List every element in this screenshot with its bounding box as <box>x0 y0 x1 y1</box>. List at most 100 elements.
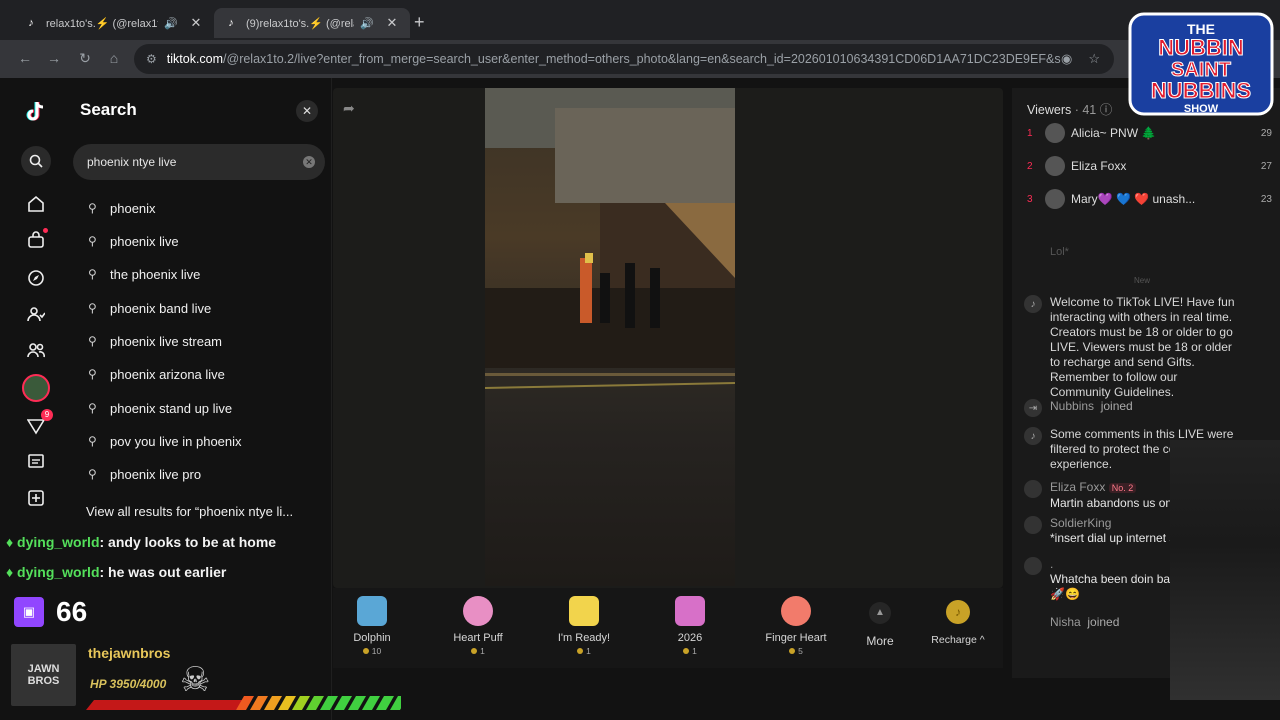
more-gifts-button[interactable]: ▲ More <box>855 602 905 648</box>
finger-heart-icon <box>781 596 811 626</box>
new-tab-button[interactable]: + <box>414 12 425 33</box>
new-divider: New <box>1133 276 1150 285</box>
tab-title: relax1to's.⚡ (@relax1to.2) <box>46 17 158 30</box>
browser-tab-1[interactable]: ♪ relax1to's.⚡ (@relax1to.2) 🔊 ✕ <box>14 8 214 38</box>
messages-icon[interactable] <box>22 448 50 476</box>
gift-bar: Dolphin 10 Heart Puff 1 I'm Ready! 1 202… <box>333 588 1003 668</box>
avatar <box>1024 516 1042 534</box>
svg-text:NUBBINS: NUBBINS <box>1151 78 1251 103</box>
join-icon: ⇥ <box>1024 399 1042 417</box>
search-title: Search <box>80 100 137 119</box>
subscriber-avatar: JAWN BROS <box>11 644 76 706</box>
live-video[interactable] <box>485 88 735 586</box>
search-icon: ⚲ <box>88 467 97 481</box>
hp-bar <box>86 696 401 710</box>
home-button-icon[interactable]: ⌂ <box>105 50 123 66</box>
tab-title: (9)relax1to's.⚡ (@relax1to <box>246 17 354 30</box>
shop-icon[interactable] <box>22 226 50 254</box>
suggestion-item[interactable]: ⚲ the phoenix live <box>88 264 200 284</box>
address-bar[interactable]: ⚙ tiktok.com/@relax1to.2/live?enter_from… <box>134 44 1114 74</box>
friends-icon[interactable] <box>22 336 50 364</box>
view-all-results-link[interactable]: View all results for “phoenix ntye li... <box>86 504 293 519</box>
suggestion-item[interactable]: ⚲ phoenix arizona live <box>88 364 225 384</box>
recharge-button[interactable]: ♪ Recharge ^ <box>923 600 993 646</box>
viewers-header[interactable]: Viewers · 41 ⓘ <box>1027 99 1112 118</box>
coin-icon: ♪ <box>946 600 970 624</box>
search-icon: ⚲ <box>88 301 97 315</box>
avatar <box>1045 123 1065 143</box>
search-icon: ⚲ <box>88 401 97 415</box>
faded-comment: Lol* <box>1050 246 1069 258</box>
site-info-icon[interactable]: ⚙ <box>146 52 157 66</box>
browser-tab-2[interactable]: ♪ (9)relax1to's.⚡ (@relax1to 🔊 ✕ <box>214 8 410 38</box>
forward-icon[interactable]: → <box>45 50 63 66</box>
gift-heart-puff[interactable]: Heart Puff 1 <box>433 588 523 656</box>
search-input[interactable] <box>87 155 303 169</box>
gift-finger-heart[interactable]: Finger Heart 5 <box>751 588 841 656</box>
2026-icon <box>675 596 705 626</box>
avatar <box>1024 557 1042 575</box>
twitch-logo-icon: ▣ <box>14 597 44 627</box>
tiktok-logo-icon[interactable] <box>22 98 50 126</box>
back-icon[interactable]: ← <box>16 50 34 66</box>
close-tab-icon[interactable]: ✕ <box>384 15 400 31</box>
home-icon[interactable] <box>22 190 50 218</box>
tiktok-page: 9 Search ✕ ✕ ⚲phoenix ⚲phoenix live ⚲the… <box>0 78 1280 720</box>
gift-dolphin[interactable]: Dolphin 10 <box>327 588 417 656</box>
clear-search-icon[interactable]: ✕ <box>303 156 315 168</box>
live-video-area[interactable]: ➦ <box>333 88 1003 588</box>
close-search-button[interactable]: ✕ <box>296 100 318 122</box>
reload-icon[interactable]: ↻ <box>76 50 94 67</box>
skull-icon: ☠ <box>180 661 211 699</box>
speaker-icon[interactable]: 🔊 <box>360 17 376 30</box>
share-icon[interactable]: ➦ <box>343 100 355 117</box>
tiktok-logo-icon: ♪ <box>1024 427 1042 445</box>
top-viewer-row[interactable]: 3 Mary💜 💙 ❤️ unash... 23 <box>1027 189 1272 209</box>
coin-icon <box>577 648 584 654</box>
top-viewer-row[interactable]: 1 Alicia~ PNW 🌲 29 <box>1027 123 1272 143</box>
upload-icon[interactable] <box>22 484 50 512</box>
search-icon: ⚲ <box>88 334 97 348</box>
coin-icon <box>471 648 478 654</box>
close-tab-icon[interactable]: ✕ <box>188 15 204 31</box>
search-icon: ⚲ <box>88 367 97 381</box>
suggestion-item[interactable]: ⚲ phoenix <box>88 198 156 218</box>
inbox-icon[interactable]: 9 <box>22 409 53 440</box>
gift-im-ready[interactable]: I'm Ready! 1 <box>539 588 629 656</box>
join-message: ⇥ Nubbins joined <box>1024 399 1239 417</box>
suggestion-item[interactable]: ⚲ phoenix stand up live <box>88 398 232 418</box>
coin-icon <box>789 648 796 654</box>
suggestion-item[interactable]: ⚲ pov you live in phoenix <box>88 431 242 451</box>
hp-label: HP 3950/4000 <box>90 677 167 691</box>
top-viewer-row[interactable]: 2 Eliza Foxx 27 <box>1027 156 1272 176</box>
sponge-icon <box>569 596 599 626</box>
suggestion-item[interactable]: ⚲ phoenix band live <box>88 298 211 318</box>
eye-off-icon[interactable]: ◉ <box>1061 51 1072 67</box>
show-logo: THE NUBBIN SAINT NUBBINS SHOW <box>1128 12 1274 116</box>
tiktok-favicon-icon: ♪ <box>28 17 34 29</box>
overlay-chat-line: ♦ dying_world: andy looks to be at home <box>6 534 277 550</box>
explore-icon[interactable] <box>22 264 50 292</box>
info-icon: ⓘ <box>1099 103 1113 117</box>
avatar <box>1045 189 1065 209</box>
suggestion-item[interactable]: ⚲ phoenix live stream <box>88 331 222 351</box>
bookmark-star-icon[interactable]: ☆ <box>1088 51 1100 67</box>
coin-icon <box>683 648 690 654</box>
browser-tab-bar: ♪ relax1to's.⚡ (@relax1to.2) 🔊 ✕ ♪ (9)re… <box>0 0 1280 44</box>
gift-2026[interactable]: 2026 1 <box>645 588 735 656</box>
search-icon: ⚲ <box>88 234 97 248</box>
search-icon[interactable] <box>21 146 51 176</box>
speaker-icon[interactable]: 🔊 <box>164 17 180 30</box>
system-message: ♪ Welcome to TikTok LIVE! Have fun intera… <box>1024 295 1239 400</box>
live-avatar[interactable] <box>22 374 50 402</box>
subscriber-name: thejawnbros <box>88 645 171 661</box>
following-icon[interactable] <box>22 300 50 328</box>
search-icon: ⚲ <box>88 201 97 215</box>
suggestion-item[interactable]: ⚲ phoenix live pro <box>88 464 201 484</box>
suggestion-item[interactable]: ⚲ phoenix live <box>88 231 179 251</box>
rank-badge: No. 2 <box>1108 483 1137 493</box>
twitch-viewer-count: ▣ 66 <box>14 596 87 628</box>
tiktok-favicon-icon: ♪ <box>228 17 234 29</box>
inbox-badge: 9 <box>41 409 53 421</box>
search-icon: ⚲ <box>88 267 97 281</box>
